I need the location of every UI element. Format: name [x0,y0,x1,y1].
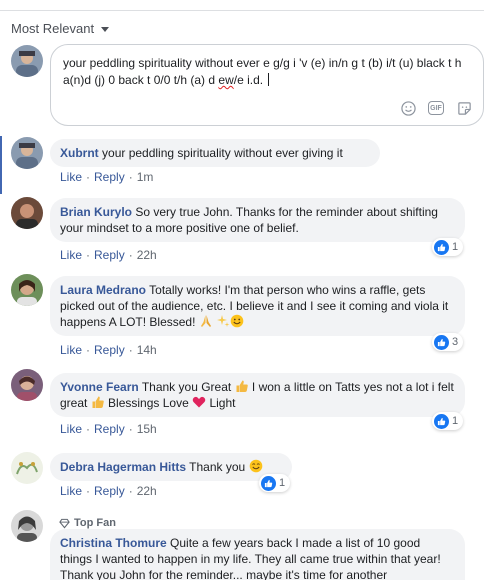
reply-button[interactable]: Reply [94,170,125,184]
comment-bubble: Debra Hagerman Hitts Thank you [50,453,292,481]
comment-time[interactable]: 1m [137,170,154,184]
like-button[interactable]: Like [60,170,82,184]
reply-button[interactable]: Reply [94,422,125,436]
thumbs-up-emoji [91,396,105,410]
comment-author[interactable]: Yvonne Fearn [60,380,139,394]
like-reaction-icon [434,413,449,429]
sort-dropdown[interactable]: Most Relevant [11,21,110,36]
avatar[interactable] [11,452,43,484]
reaction-count[interactable]: 3 [432,333,464,351]
comment-time[interactable]: 14h [137,343,157,357]
reaction-count[interactable]: 1 [432,412,464,430]
comment-author[interactable]: Xubrnt [60,146,99,160]
comment-actions: Like · Reply · 1m [60,170,154,184]
comment-author[interactable]: Christina Thomure [60,536,167,550]
current-user-avatar[interactable] [11,45,43,77]
caret-down-icon [101,26,110,32]
avatar[interactable] [11,137,43,169]
comment-bubble: Xubrnt your peddling spirituality withou… [50,139,380,167]
avatar[interactable] [11,369,43,401]
comment-input[interactable]: your peddling spirituality without ever … [63,55,473,89]
comment-bubble: Brian Kurylo So very true John. Thanks f… [50,198,465,242]
top-fan-badge: Top Fan [59,517,116,529]
like-button[interactable]: Like [60,343,82,357]
sort-label: Most Relevant [11,21,95,36]
comment-actions: Like · Reply · 22h [60,248,157,262]
comment-time[interactable]: 15h [137,422,157,436]
like-button[interactable]: Like [60,484,82,498]
like-reaction-icon [434,239,449,255]
sticker-icon[interactable] [455,99,473,117]
selected-comment-indicator [0,136,2,194]
thumbs-up-emoji [235,380,249,394]
reaction-count[interactable]: 1 [432,238,464,256]
comment-composer[interactable]: your peddling spirituality without ever … [50,44,484,126]
reply-button[interactable]: Reply [94,484,125,498]
comment-text: Thank you [189,460,246,474]
smiling-face-emoji [230,314,244,329]
sparkles-emoji [216,315,230,329]
comment-text: Thank you Great [141,380,232,394]
comment-bubble: Laura Medrano Totally works! I'm that pe… [50,276,465,336]
comment-author[interactable]: Debra Hagerman Hitts [60,460,186,474]
comment-time[interactable]: 22h [137,484,157,498]
comment-actions: Like · Reply · 22h [60,484,157,498]
comment-text: your peddling spirituality without ever … [102,146,343,160]
comment-bubble: Yvonne Fearn Thank you Great I won a lit… [50,373,465,417]
reply-button[interactable]: Reply [94,343,125,357]
comment-author[interactable]: Brian Kurylo [60,205,132,219]
like-reaction-icon [434,334,449,350]
red-heart-emoji [192,396,206,410]
like-button[interactable]: Like [60,422,82,436]
comment-bubble: Christina Thomure Quite a few years back… [50,529,465,580]
comment-actions: Like · Reply · 15h [60,422,157,436]
smiling-face-emoji [249,459,263,474]
avatar[interactable] [11,510,43,542]
reply-button[interactable]: Reply [94,248,125,262]
diamond-icon [59,518,70,528]
comment-author[interactable]: Laura Medrano [60,283,146,297]
gif-icon[interactable]: GIF [427,99,445,117]
comment-actions: Like · Reply · 14h [60,343,157,357]
avatar[interactable] [11,197,43,229]
avatar[interactable] [11,274,43,306]
smiley-icon[interactable] [399,99,417,117]
like-reaction-icon [261,475,276,491]
praying-hands-emoji [199,315,213,329]
like-button[interactable]: Like [60,248,82,262]
top-divider [0,10,484,11]
text-cursor [268,73,270,86]
comment-time[interactable]: 22h [137,248,157,262]
reaction-count[interactable]: 1 [259,474,291,492]
